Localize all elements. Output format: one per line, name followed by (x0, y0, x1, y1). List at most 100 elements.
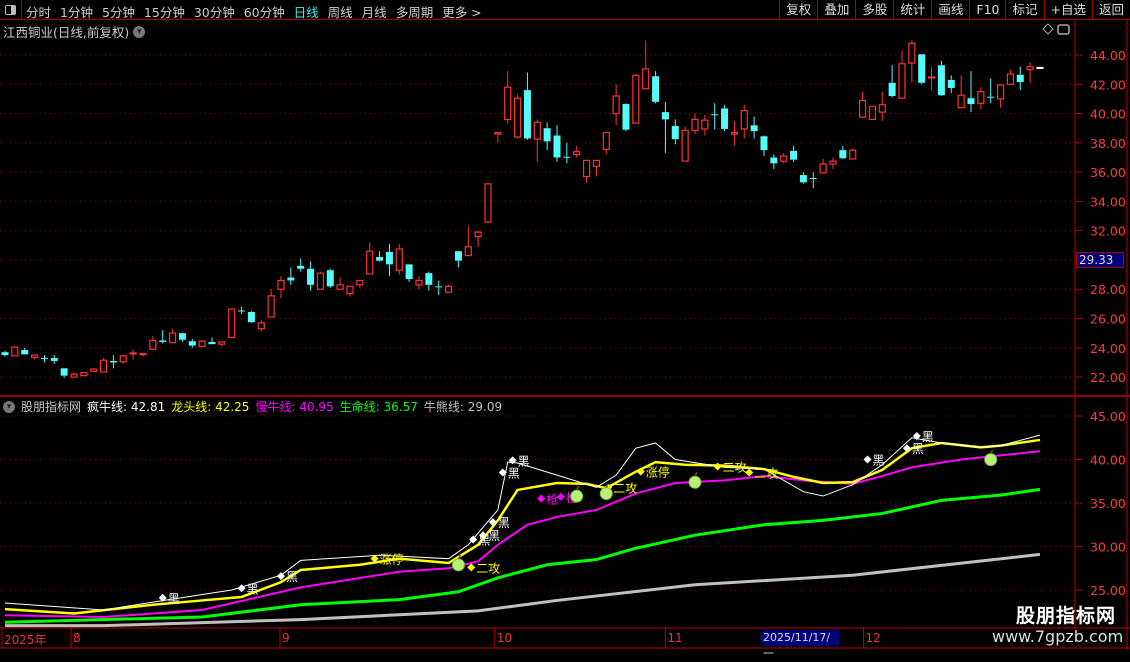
candle (178, 333, 186, 342)
candle (326, 268, 334, 288)
candle (829, 157, 837, 170)
candle (50, 355, 58, 364)
price-tick-label: 26.00 (1090, 312, 1126, 327)
candle (987, 78, 995, 104)
candle (898, 50, 906, 99)
candle (376, 251, 384, 262)
current-price-tag: 29.33 (1076, 252, 1124, 268)
price-tick-label: 38.00 (1090, 136, 1126, 151)
candle (573, 145, 581, 158)
indicator-value-3: 生命线: 36.57 (339, 400, 418, 414)
candle (60, 368, 68, 378)
apple-icon (451, 554, 465, 572)
candle (11, 346, 19, 357)
signal-label: 黑 (498, 516, 510, 530)
candle (129, 349, 137, 360)
candle (839, 145, 847, 159)
candle (1006, 69, 1015, 85)
candle (385, 243, 393, 277)
signal-label: 黑 (922, 430, 934, 444)
indicator-tick-label: 30.00 (1090, 540, 1126, 555)
candle (198, 340, 206, 347)
time-label: 12 (865, 631, 881, 645)
candle (80, 372, 88, 377)
apple-icon (688, 471, 702, 489)
candle (356, 279, 364, 288)
candle (701, 115, 709, 136)
panel-icon[interactable] (1057, 24, 1070, 35)
signal-marker: 涨停 (636, 465, 670, 480)
indicator-tick-label: 45.00 (1090, 409, 1126, 424)
candle (435, 280, 443, 296)
candle (849, 148, 857, 160)
candle (888, 65, 896, 98)
candle (553, 125, 561, 162)
candle (425, 271, 433, 291)
candle (307, 261, 315, 291)
diamond-icon (863, 455, 872, 464)
price-tick-label: 32.00 (1090, 224, 1126, 239)
candle (366, 242, 374, 275)
candle (760, 135, 768, 157)
candle (346, 285, 354, 297)
diamond-icon (537, 494, 546, 503)
candle (257, 319, 265, 332)
candle (622, 103, 630, 132)
indicator-line-2 (4, 450, 1041, 618)
candle (730, 120, 739, 146)
candle (996, 84, 1005, 108)
candle (770, 154, 778, 170)
candle (415, 276, 423, 290)
candle (543, 122, 551, 151)
candle (819, 158, 827, 174)
chevron-down-icon[interactable]: ▾ (3, 400, 15, 413)
candle (119, 355, 127, 364)
candle (790, 145, 798, 162)
candle (188, 339, 196, 348)
indicator-tick-label: 35.00 (1090, 496, 1126, 511)
signal-label: 黑 (872, 454, 884, 468)
candle (740, 104, 748, 139)
watermark-url: www.7gpzb.com (992, 627, 1124, 646)
candle (563, 142, 571, 164)
price-tick-label: 28.00 (1090, 282, 1126, 297)
signal-marker: 黑 (237, 582, 259, 596)
candle (918, 54, 926, 85)
candle (90, 368, 98, 372)
apple-icon (570, 485, 584, 503)
signal-label: 涨停 (380, 552, 404, 567)
price-tick-label: 34.00 (1090, 194, 1126, 209)
candle (316, 271, 325, 290)
candle (750, 116, 758, 139)
candle (30, 354, 39, 360)
candle (109, 355, 117, 369)
time-label: 2025年 (4, 633, 47, 647)
signal-marker: 黑 (863, 454, 885, 468)
indicator-value-4: 牛熊线: 29.09 (423, 400, 503, 414)
signal-label: 黑 (912, 442, 924, 456)
indicator-tick-label: 25.00 (1090, 583, 1126, 598)
signal-label: 黑 (247, 582, 259, 596)
kline-chart[interactable]: 44.00 42.00 40.00 38.00 36.00 34.00 32.00 28.00… (0, 0, 1130, 650)
signal-label: 黑 (286, 570, 298, 584)
indicator-tick-label: 40.00 (1090, 453, 1126, 468)
candle (454, 251, 462, 268)
signal-marker: 涨停 (370, 552, 404, 567)
candle (228, 308, 236, 339)
candle (1016, 66, 1024, 91)
signal-label: 枪 (546, 492, 558, 507)
indicator-legend: ▾ 股朋指标网 疯牛线: 42.81 龙头线: 42.25 慢牛线: 40.95 生命… (3, 398, 502, 415)
candle (168, 328, 177, 344)
candle (878, 91, 886, 121)
indicator-line-3 (4, 487, 1041, 624)
candle (523, 72, 531, 140)
diamond-icon[interactable] (1042, 23, 1054, 35)
candle (474, 230, 482, 247)
candle (711, 103, 719, 130)
price-tick-label: 40.00 (1090, 107, 1126, 122)
diamond-icon (713, 462, 722, 471)
candle (967, 71, 975, 113)
candle (908, 40, 916, 83)
candle (484, 183, 492, 224)
signal-label: 黑 (168, 592, 180, 606)
